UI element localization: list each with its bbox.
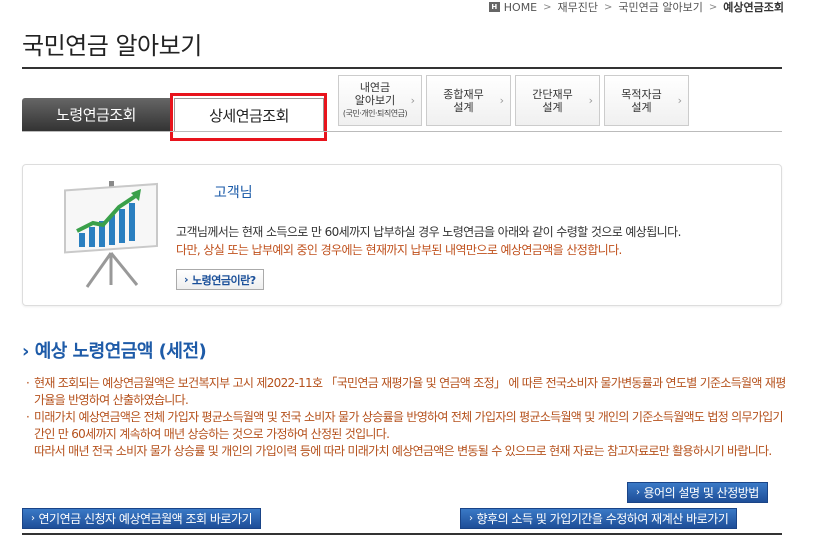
section-title-text: 예상 노령연금액 (세전) [34,341,207,362]
page-title: 국민연금 알아보기 [22,32,202,60]
tab-label: 설계 [453,100,474,114]
chevron-right-icon: > [708,1,718,13]
tab-label: 알아보기 [354,94,396,107]
breadcrumb-current: 예상연금조회 [723,1,784,14]
deferred-pension-button[interactable]: › 연기연금 신청자 예상연금월액 조회 바로가기 [22,508,262,529]
breadcrumb-item-pension[interactable]: 국민연금 알아보기 [618,0,702,15]
notes: · 현재 조회되는 예상연금월액은 보건복지부 고시 제2022-11호 「국민… [26,375,788,460]
chevron-right-icon: › [636,487,640,498]
note-item: · 미래가치 예상연금액은 전체 가입자 평균소득월액 및 전국 소비자 물가 … [26,409,788,443]
tab-divider [22,131,782,132]
tab-goal-fund-plan[interactable]: 목적자금 설계 › [604,75,689,126]
link-label: 노령연금이란? [192,273,256,287]
breadcrumb-item-finance[interactable]: 재무진단 [558,0,598,15]
note-item: 따라서 매년 전국 소비자 물가 상승률 및 개인의 가입이력 등에 따라 미래… [26,443,788,460]
chevron-right-icon: › [22,341,29,362]
tab-label: 목적자금 [621,87,662,101]
customer-name: 고객님 [214,185,253,201]
tab-old-age-pension[interactable]: 노령연금조회 [22,98,170,131]
button-label: 향후의 소득 및 가입기간을 수정하여 재계산 바로가기 [476,512,729,526]
bullet-icon: · [26,376,30,390]
home-icon[interactable]: H [488,2,500,12]
what-is-pension-link[interactable]: › 노령연금이란? [176,269,264,290]
recalculate-button[interactable]: › 향후의 소득 및 가입기간을 수정하여 재계산 바로가기 [460,508,738,529]
chevron-right-icon: › [410,94,415,107]
chevron-right-icon: › [588,94,593,107]
tab-label: 설계 [542,100,563,114]
breadcrumb: H HOME > 재무진단 > 국민연금 알아보기 > 예상연금조회 [488,0,784,15]
title-divider [22,67,782,69]
note-text: 따라서 매년 전국 소비자 물가 상승률 및 개인의 가입이력 등에 따라 미래… [34,444,772,458]
note-text: 미래가치 예상연금액은 전체 가입자 평균소득월액 및 전국 소비자 물가 상승… [34,410,784,441]
breadcrumb-home[interactable]: HOME [504,1,537,14]
tab-label: 종합재무 [443,87,484,101]
pension-description: 고객님께서는 현재 소득으로 만 60세까지 납부하실 경우 노령연금을 아래와… [176,225,681,239]
bullet-icon: · [26,410,30,424]
tab-label: 내연금 [359,81,391,94]
chevron-right-icon: › [469,513,473,524]
chevron-right-icon: › [184,273,189,286]
chevron-right-icon: › [677,94,682,107]
tab-sublabel: (국민·개인·퇴직연금) [342,109,408,118]
tab-my-pension[interactable]: 내연금 알아보기 (국민·개인·퇴직연금) › [338,75,422,126]
growth-chart-icon [64,181,158,288]
tab-simple-plan[interactable]: 간단재무 설계 › [515,75,600,126]
chevron-right-icon: > [604,1,613,13]
bottom-divider [22,533,782,535]
note-text: 현재 조회되는 예상연금월액은 보건복지부 고시 제2022-11호 「국민연금… [34,376,786,407]
button-label: 용어의 설명 및 산정방법 [643,486,760,500]
button-label: 연기연금 신청자 예상연금월액 조회 바로가기 [38,512,253,526]
tab-comprehensive-plan[interactable]: 종합재무 설계 › [426,75,511,126]
terms-explanation-button[interactable]: › 용어의 설명 및 산정방법 [627,482,768,503]
note-item: · 현재 조회되는 예상연금월액은 보건복지부 고시 제2022-11호 「국민… [26,375,788,409]
chevron-right-icon: › [499,94,504,107]
tab-label: 설계 [631,100,652,114]
tab-label: 간단재무 [532,87,573,101]
chevron-right-icon: › [31,513,35,524]
tab-detailed-pension[interactable]: 상세연금조회 [174,98,324,131]
pension-exception-note: 다만, 상실 또는 납부예외 중인 경우에는 현재까지 납부된 내역만으로 예상… [176,243,622,257]
section-title: › 예상 노령연금액 (세전) [22,337,207,363]
chevron-right-icon: > [543,1,552,13]
